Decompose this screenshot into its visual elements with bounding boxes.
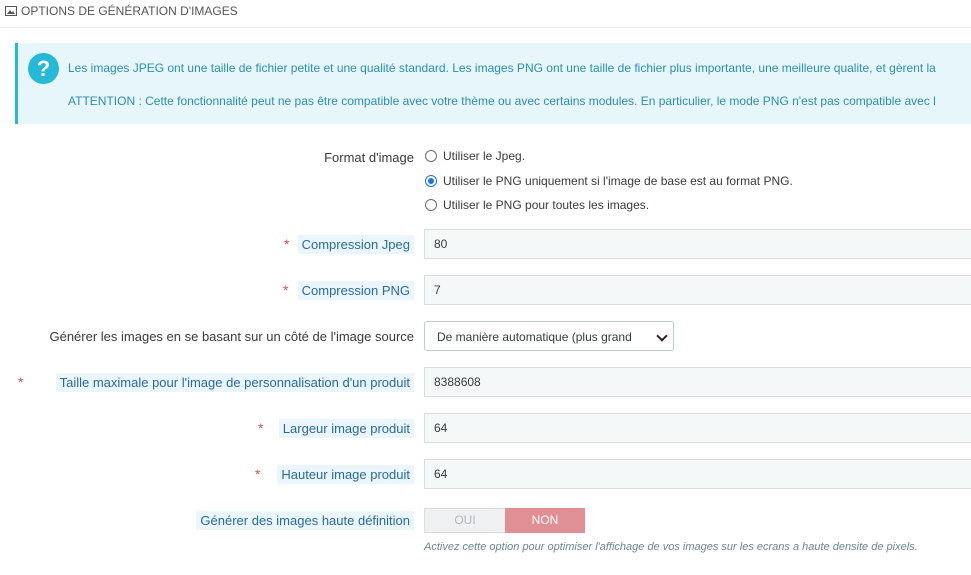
radio-button[interactable]: [425, 199, 437, 211]
max-size-label: Taille maximale pour l'image de personna…: [55, 373, 414, 392]
required-star: *: [283, 282, 289, 298]
hd-toggle[interactable]: OUI NON: [424, 508, 585, 533]
radio-button-checked[interactable]: [425, 175, 437, 187]
radio-button[interactable]: [425, 150, 437, 162]
jpeg-compression-input[interactable]: 80: [424, 229, 971, 259]
radio-png-if-png[interactable]: Utiliser le PNG uniquement si l'image de…: [425, 174, 793, 192]
height-label: Hauteur image produit: [277, 465, 414, 484]
width-label: Largeur image produit: [278, 419, 414, 438]
toggle-yes[interactable]: OUI: [425, 509, 505, 532]
radio-png-all[interactable]: Utiliser le PNG pour toutes les images.: [425, 198, 649, 216]
height-input[interactable]: 64: [424, 459, 971, 489]
required-star: *: [284, 236, 290, 252]
width-input[interactable]: 64: [424, 413, 971, 443]
radio-jpeg[interactable]: Utiliser le Jpeg.: [425, 149, 525, 167]
alert-text-2: ATTENTION : Cette fonctionnalité peut ne…: [68, 94, 936, 108]
format-label: Format d'image: [324, 150, 414, 165]
png-compression-label: Compression PNG: [297, 281, 414, 300]
required-star: *: [258, 420, 264, 436]
jpeg-compression-label: Compression Jpeg: [297, 235, 414, 254]
side-select[interactable]: De manière automatique (plus grand: [424, 321, 674, 351]
image-icon: [5, 6, 17, 16]
required-star: *: [18, 374, 24, 390]
hd-label: Générer des images haute définition: [196, 511, 414, 530]
required-star: *: [255, 466, 261, 482]
png-compression-input[interactable]: 7: [424, 275, 971, 305]
chevron-down-icon: [656, 330, 668, 342]
side-label: Générer les images en se basant sur un c…: [49, 329, 414, 344]
hd-help-text: Activez cette option pour optimiser l'af…: [424, 541, 918, 553]
alert-text-1: Les images JPEG ont une taille de fichie…: [68, 61, 936, 75]
panel-header: OPTIONS DE GÉNÉRATION D'IMAGES: [0, 0, 971, 28]
question-icon: ?: [28, 53, 59, 84]
toggle-no[interactable]: NON: [505, 508, 585, 533]
max-size-input[interactable]: 8388608: [424, 367, 971, 397]
panel-title: OPTIONS DE GÉNÉRATION D'IMAGES: [21, 4, 238, 18]
info-alert: ? Les images JPEG ont une taille de fich…: [15, 43, 971, 124]
